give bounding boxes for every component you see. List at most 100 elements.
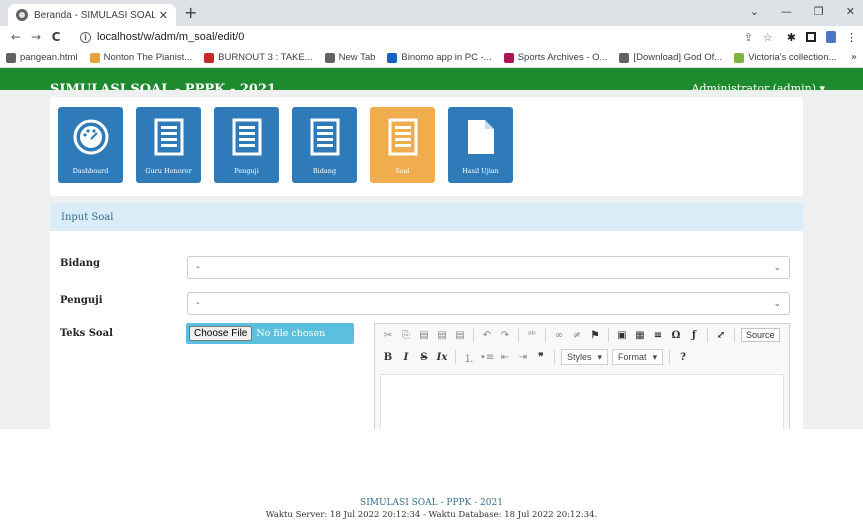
remove-format-icon[interactable]: Ix: [435, 352, 449, 363]
bookmark-item[interactable]: Binomo app in PC -...: [387, 52, 492, 63]
browser-toolbar: ← → C i localhost/w/adm/m_soal/edit/0 ⇪ …: [0, 26, 863, 48]
extensions-icon[interactable]: ✱: [787, 31, 796, 44]
page-footer: SIMULASI SOAL - PPPK - 2021 Waktu Server…: [0, 491, 863, 529]
bookmark-favicon-icon: [89, 52, 100, 63]
bookmark-item[interactable]: Sports Archives - O...: [503, 52, 607, 63]
menu-panel: Dashboard Guru Honorer Penguji Bidang Soal Ha…: [50, 97, 803, 196]
new-tab-button[interactable]: +: [184, 5, 197, 21]
numbered-list-icon[interactable]: ⒈: [462, 350, 476, 365]
url-text[interactable]: localhost/w/adm/m_soal/edit/0: [97, 31, 734, 43]
extensions-area: ✱ ⋮: [787, 31, 857, 44]
image-icon[interactable]: ▣: [615, 330, 629, 341]
menu-tile-label: Bidang: [312, 167, 337, 175]
teks-soal-label: Teks Soal: [60, 328, 113, 339]
menu-tile-hasil-ujian[interactable]: Hasil Ujian: [448, 107, 513, 183]
editor-toolbar-2: B I S Ix ⒈ •≡ ⇤ ⇥ ❞ Styles ▾ Format ▾ ?: [375, 346, 789, 368]
bookmark-favicon-icon: [619, 52, 630, 63]
menu-tile-label: Guru Honorer: [145, 167, 192, 175]
italic-icon[interactable]: I: [399, 352, 413, 363]
bookmarks-overflow-icon[interactable]: »: [851, 52, 857, 63]
bookmark-item[interactable]: Nonton The Pianist...: [89, 52, 193, 63]
omega-icon[interactable]: Ω: [669, 330, 683, 341]
paste-icon[interactable]: ▤: [417, 330, 431, 341]
close-tab-icon[interactable]: ✕: [159, 9, 168, 22]
styles-dropdown[interactable]: Styles ▾: [561, 349, 609, 365]
bookmark-item[interactable]: New Tab: [324, 52, 375, 63]
cut-icon[interactable]: ✂: [381, 330, 395, 341]
horizontal-line-icon[interactable]: ≡: [651, 330, 665, 341]
toolbar-separator: [734, 328, 735, 342]
browser-tab[interactable]: Beranda - SIMULASI SOAL - PPPK ✕: [8, 4, 176, 26]
format-label: Format: [618, 352, 647, 362]
bookmark-label: Binomo app in PC -...: [401, 52, 492, 63]
address-bar[interactable]: i localhost/w/adm/m_soal/edit/0 ⇪ ☆: [74, 28, 779, 46]
menu-tile-label: Dashboard: [72, 167, 109, 175]
profile-icon[interactable]: [826, 31, 836, 43]
forward-icon[interactable]: →: [26, 30, 46, 44]
footer-server-time: Waktu Server: 18 Jul 2022 20:12:34 - Wak…: [265, 510, 598, 520]
list-icon: [151, 117, 187, 157]
penguji-select[interactable]: - ⌄: [187, 292, 790, 315]
table-icon[interactable]: ▦: [633, 330, 647, 341]
browser-tabstrip: Beranda - SIMULASI SOAL - PPPK ✕ + ⌄ — ❐…: [0, 0, 863, 26]
link-icon[interactable]: ∞: [552, 330, 566, 341]
toolbar-separator: [707, 328, 708, 342]
restore-icon[interactable]: ❐: [814, 5, 824, 18]
bookmark-label: [Download] God Of...: [633, 52, 723, 63]
bookmarks-bar: pangean.html Nonton The Pianist... BURNOUT…: [0, 48, 863, 68]
editor-toolbar-1: ✂ ⎘ ▤ ▤ ▤ ↶ ↷ ᵃᵇ ∞ ≠ ⚑ ▣ ▦ ≡ Ω ƒ ⤢ Sourc…: [375, 324, 789, 346]
menu-tile-dashboard[interactable]: Dashboard: [58, 107, 123, 183]
redo-icon[interactable]: ↷: [498, 330, 512, 341]
editor-content-area[interactable]: [380, 374, 784, 429]
gauge-icon: [73, 117, 109, 157]
globe-icon: [16, 9, 28, 21]
bookmark-favicon-icon: [387, 52, 398, 63]
paste-text-icon[interactable]: ▤: [435, 330, 449, 341]
window-controls: ⌄ — ❐ ✕: [750, 5, 855, 18]
indent-icon[interactable]: ⇥: [516, 352, 530, 363]
chevron-down-icon: ⌄: [773, 298, 781, 309]
menu-tile-label: Penguji: [234, 167, 259, 175]
sidepanel-icon[interactable]: [806, 32, 816, 42]
penguji-value: -: [196, 298, 200, 309]
styles-label: Styles: [567, 352, 592, 362]
source-button[interactable]: Source: [741, 328, 780, 342]
strikethrough-icon[interactable]: S: [417, 352, 431, 363]
bold-icon[interactable]: B: [381, 352, 395, 363]
choose-file-button[interactable]: Choose File: [189, 326, 253, 341]
chrome-menu-icon[interactable]: ⋮: [846, 31, 857, 44]
help-button[interactable]: ?: [676, 352, 690, 363]
undo-icon[interactable]: ↶: [480, 330, 494, 341]
bullet-list-icon[interactable]: •≡: [480, 352, 494, 363]
menu-tile-bidang[interactable]: Bidang: [292, 107, 357, 183]
file-input[interactable]: Choose File No file chosen: [186, 323, 354, 344]
copy-icon[interactable]: ⎘: [399, 330, 413, 341]
star-icon[interactable]: ☆: [763, 31, 773, 44]
close-window-icon[interactable]: ✕: [846, 5, 855, 18]
blockquote-icon[interactable]: ❞: [534, 352, 548, 363]
back-icon[interactable]: ←: [6, 30, 26, 44]
reload-icon[interactable]: C: [46, 30, 66, 44]
bidang-select[interactable]: - ⌄: [187, 256, 790, 279]
minimize-icon[interactable]: —: [781, 5, 792, 18]
format-dropdown[interactable]: Format ▾: [612, 349, 664, 365]
bidang-label: Bidang: [60, 258, 100, 269]
bookmark-item[interactable]: pangean.html: [6, 52, 78, 63]
bookmark-item[interactable]: Victoria's collection...: [734, 52, 836, 63]
tab-search-icon[interactable]: ⌄: [750, 5, 759, 18]
menu-tile-penguji[interactable]: Penguji: [214, 107, 279, 183]
unlink-icon[interactable]: ≠: [570, 330, 584, 341]
formula-icon[interactable]: ƒ: [687, 330, 701, 341]
anchor-icon[interactable]: ⚑: [588, 330, 602, 341]
spellcheck-icon[interactable]: ᵃᵇ: [525, 330, 539, 341]
menu-tile-soal[interactable]: Soal: [370, 107, 435, 183]
bookmark-item[interactable]: BURNOUT 3 : TAKE...: [204, 52, 313, 63]
paste-word-icon[interactable]: ▤: [453, 330, 467, 341]
menu-tile-guru-honorer[interactable]: Guru Honorer: [136, 107, 201, 183]
share-icon[interactable]: ⇪: [744, 31, 753, 44]
info-icon[interactable]: i: [80, 31, 91, 43]
maximize-icon[interactable]: ⤢: [714, 330, 728, 341]
outdent-icon[interactable]: ⇤: [498, 352, 512, 363]
bookmark-label: Nonton The Pianist...: [103, 52, 193, 63]
bookmark-item[interactable]: [Download] God Of...: [619, 52, 722, 63]
